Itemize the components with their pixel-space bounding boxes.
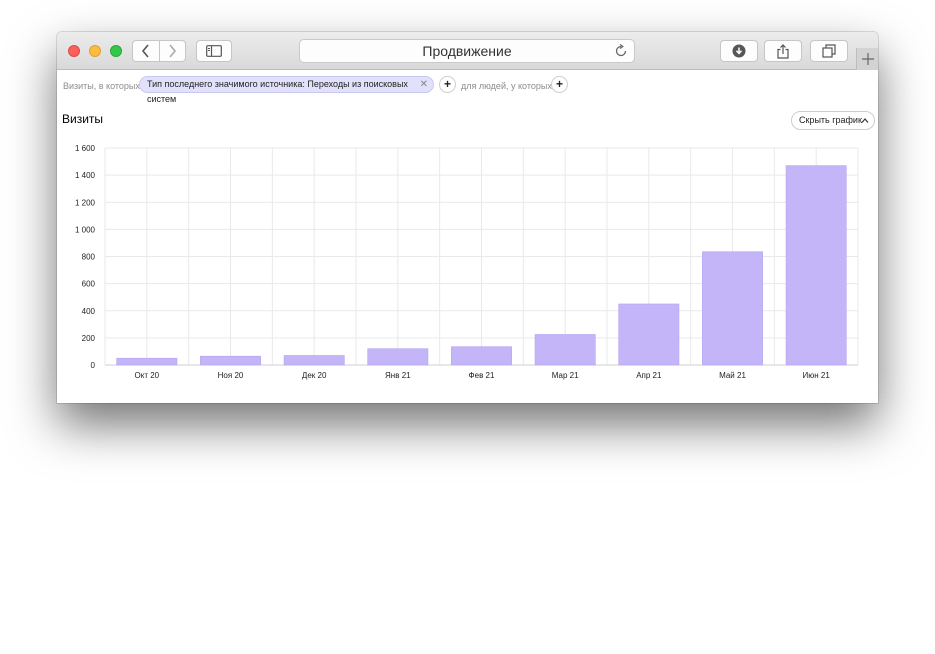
- plus-icon: [861, 53, 874, 65]
- people-filter-label: для людей, у которых: [461, 81, 552, 91]
- bar-Окт 20[interactable]: [116, 357, 178, 366]
- visits-bar-chart: 0 200 400 600 800 1 000 1 200 1 400 1 600 Окт 20…: [75, 144, 859, 380]
- x-tick-label: Ноя 20: [218, 371, 244, 380]
- y-tick-label: 1 400: [75, 171, 96, 180]
- segment-filter-bar: Визиты, в которых Тип последнего значимо…: [57, 71, 878, 104]
- x-tick-label: Янв 21: [385, 371, 411, 380]
- download-icon: [732, 44, 746, 58]
- y-tick-label: 1 200: [75, 198, 96, 207]
- y-tick-label: 1 000: [75, 225, 96, 234]
- navigation-buttons: [132, 40, 186, 62]
- sidebar-icon: [206, 45, 222, 57]
- report-title: Визиты: [62, 112, 104, 126]
- add-condition-button[interactable]: +: [439, 76, 456, 93]
- bar-Фев 21[interactable]: [451, 346, 512, 366]
- hide-chart-button[interactable]: Скрыть график: [791, 111, 875, 130]
- close-icon[interactable]: ✕: [420, 77, 428, 92]
- y-tick-label: 600: [82, 280, 96, 289]
- x-tick-label: Дек 20: [302, 371, 327, 380]
- reload-icon[interactable]: [614, 44, 628, 58]
- address-bar[interactable]: Продвижение: [299, 39, 635, 63]
- x-tick-label: Апр 21: [636, 371, 662, 380]
- y-tick-label: 200: [82, 334, 96, 343]
- filter-chip[interactable]: Тип последнего значимого источника: Пере…: [139, 76, 434, 104]
- title-bar: Продвижение: [57, 32, 878, 70]
- back-button[interactable]: [133, 41, 159, 61]
- bar-Мар 21[interactable]: [534, 334, 596, 366]
- bar-Ноя 20[interactable]: [200, 355, 261, 366]
- chart-y-axis: 0 200 400 600 800 1 000 1 200 1 400 1 600: [75, 144, 96, 370]
- bar-Июн 21[interactable]: [785, 165, 847, 366]
- y-tick-label: 800: [82, 253, 96, 262]
- browser-window: Продвижение Визиты, в которых Тип послед…: [57, 32, 878, 403]
- bar-Янв 21[interactable]: [367, 348, 429, 366]
- hide-chart-label: Скрыть график: [799, 115, 862, 125]
- x-tick-label: Фев 21: [469, 371, 495, 380]
- tabs-overview-icon: [822, 44, 836, 58]
- bar-Апр 21[interactable]: [618, 303, 680, 366]
- y-tick-label: 1 600: [75, 144, 96, 153]
- x-tick-label: Мар 21: [552, 371, 579, 380]
- tabs-overview-button[interactable]: [810, 40, 848, 62]
- bar-Дек 20[interactable]: [283, 355, 345, 366]
- chevron-up-icon: [861, 118, 869, 123]
- x-tick-label: Окт 20: [135, 371, 160, 380]
- filter-prefix-label: Визиты, в которых: [63, 81, 140, 91]
- y-tick-label: 400: [82, 307, 96, 316]
- zoom-window-button[interactable]: [110, 45, 122, 57]
- filter-chip-label: Тип последнего значимого источника: Пере…: [147, 79, 408, 104]
- close-window-button[interactable]: [68, 45, 80, 57]
- share-icon: [777, 43, 789, 59]
- bar-Май 21[interactable]: [702, 251, 763, 366]
- sidebar-button[interactable]: [196, 40, 232, 62]
- chevron-right-icon: [169, 44, 177, 58]
- add-people-condition-button[interactable]: +: [551, 76, 568, 93]
- chevron-left-icon: [142, 44, 150, 58]
- x-tick-label: Июн 21: [803, 371, 831, 380]
- downloads-button[interactable]: [720, 40, 758, 62]
- minimize-window-button[interactable]: [89, 45, 101, 57]
- new-tab-button[interactable]: [856, 48, 878, 70]
- page-title: Продвижение: [422, 43, 512, 59]
- x-tick-label: Май 21: [719, 371, 746, 380]
- forward-button[interactable]: [158, 41, 185, 61]
- share-button[interactable]: [764, 40, 802, 62]
- y-tick-label: 0: [91, 361, 96, 370]
- chart-x-axis: Окт 20 Ноя 20 Дек 20 Янв 21 Фев 21 Мар 21 Апр …: [135, 371, 831, 380]
